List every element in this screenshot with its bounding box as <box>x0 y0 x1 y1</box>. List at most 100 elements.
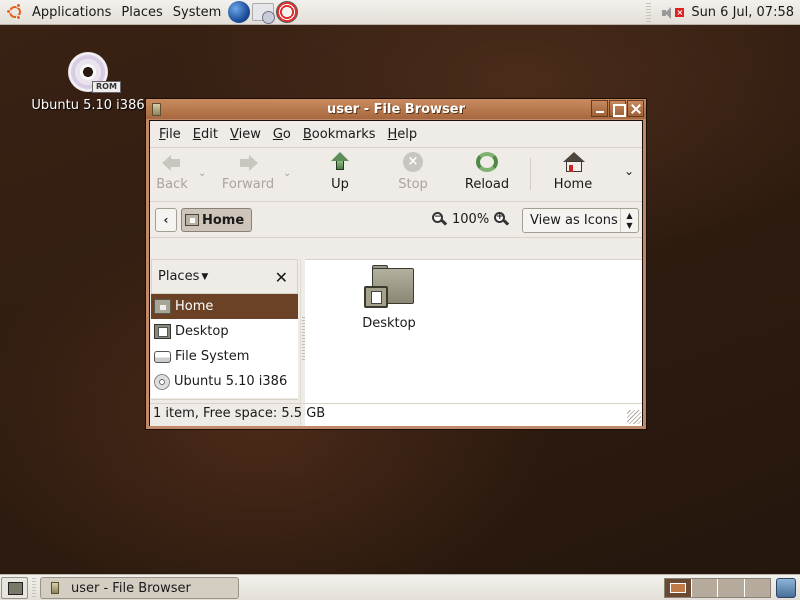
show-desktop-button[interactable] <box>1 577 28 599</box>
close-button[interactable] <box>627 100 644 117</box>
taskbar-item-file-browser[interactable]: user - File Browser <box>40 577 239 599</box>
workspace-2[interactable] <box>691 579 717 597</box>
menu-system[interactable]: System <box>168 0 226 25</box>
reload-label: Reload <box>464 177 510 192</box>
select-arrows-icon: ▲ ▼ <box>620 209 638 232</box>
place-label: Home <box>175 299 214 314</box>
path-button-home[interactable]: Home <box>181 208 252 232</box>
mnemonic: E <box>192 126 201 142</box>
close-side-pane-icon[interactable]: ✕ <box>275 268 288 287</box>
chevron-down-icon[interactable]: ▼ <box>201 272 208 282</box>
side-pane-header: Places ▼ ✕ <box>151 259 298 293</box>
window-title: user - File Browser <box>326 101 466 117</box>
mnemonic: B <box>302 126 312 142</box>
folder-icon <box>364 265 414 308</box>
mute-indicator-icon: × <box>675 8 685 17</box>
places-list: Home Desktop File System Ubuntu 5.10 i38… <box>151 293 298 398</box>
volume-icon[interactable] <box>661 6 673 19</box>
menu-label: o <box>282 126 291 142</box>
toolbar: Back ⌄ Forward ⌄ Up × Stop Reload Home ⌄ <box>150 148 642 202</box>
status-text: 1 item, Free space: 5.5 GB <box>153 406 326 421</box>
resize-grip[interactable] <box>627 410 641 424</box>
clock[interactable]: Sun 6 Jul, 07:58 <box>691 5 800 20</box>
back-history-chevron-icon[interactable]: ⌄ <box>198 168 208 179</box>
titlebar[interactable]: user - File Browser <box>146 99 646 119</box>
reload-icon <box>476 152 498 174</box>
cdrom-icon <box>154 373 170 390</box>
side-pane: Places ▼ ✕ Home Desktop File System Ubun… <box>150 259 300 426</box>
up-button[interactable]: Up <box>320 152 360 196</box>
workspace-1[interactable] <box>665 579 691 597</box>
desktop-icon-cdrom[interactable]: ROM Ubuntu 5.10 i386 <box>28 52 148 113</box>
top-panel: Applications Places System × Sun 6 Jul, … <box>0 0 800 25</box>
home-icon <box>562 152 585 174</box>
back-arrow-icon <box>161 152 183 174</box>
menu-go[interactable]: Go <box>267 127 297 142</box>
menu-bookmarks[interactable]: Bookmarks <box>297 127 382 142</box>
workspace-4[interactable] <box>744 579 770 597</box>
back-label: Back <box>156 177 188 192</box>
side-pane-selector[interactable]: Places <box>158 269 199 284</box>
view-mode-select[interactable]: View as Icons ▲ ▼ <box>522 208 639 233</box>
window-client: File Edit View Go Bookmarks Help Back ⌄ … <box>149 120 643 426</box>
forward-history-chevron-icon[interactable]: ⌄ <box>283 168 293 179</box>
help-launcher-icon[interactable] <box>276 1 299 23</box>
ubuntu-logo-icon[interactable] <box>6 3 24 21</box>
email-launcher-icon[interactable] <box>252 3 276 24</box>
drive-icon <box>154 350 171 363</box>
menu-label: iew <box>238 126 261 142</box>
menu-edit[interactable]: Edit <box>187 127 224 142</box>
file-item-desktop[interactable]: Desktop <box>349 265 429 331</box>
trash-icon[interactable] <box>776 578 796 598</box>
menu-label: ile <box>165 126 181 142</box>
minimize-button[interactable] <box>591 100 608 117</box>
file-browser-icon <box>51 582 59 594</box>
workspace-3[interactable] <box>718 579 744 597</box>
file-label: Desktop <box>362 316 416 331</box>
panel-handle[interactable] <box>646 2 652 23</box>
place-label: File System <box>175 349 250 364</box>
status-bar: 1 item, Free space: 5.5 GB <box>150 403 642 425</box>
menu-help[interactable]: Help <box>382 127 424 142</box>
place-item-desktop[interactable]: Desktop <box>151 319 298 344</box>
desktop-icon-label: Ubuntu 5.10 i386 <box>31 98 145 113</box>
home-folder-icon <box>185 214 199 226</box>
toolbar-overflow-chevron-icon[interactable]: ⌄ <box>624 164 634 178</box>
menu-label: dit <box>201 126 218 142</box>
zoom-out-icon[interactable]: − <box>432 212 448 226</box>
reload-button[interactable]: Reload <box>462 152 512 196</box>
zoom-level[interactable]: 100% <box>452 212 489 227</box>
menubar: File Edit View Go Bookmarks Help <box>150 121 642 148</box>
place-item-cdrom[interactable]: Ubuntu 5.10 i386 <box>151 369 298 394</box>
home-folder-icon <box>154 299 171 314</box>
cdrom-icon: ROM <box>68 52 121 93</box>
stop-label: Stop <box>398 177 428 192</box>
back-button[interactable]: Back <box>152 152 192 196</box>
desktop-icon <box>154 324 171 339</box>
web-browser-launcher-icon[interactable] <box>228 1 251 23</box>
path-scroll-left-button[interactable]: ‹ <box>155 208 177 232</box>
toolbar-separator <box>530 158 531 190</box>
menu-file[interactable]: File <box>153 127 187 142</box>
workspace-switcher <box>664 578 771 598</box>
zoom-in-icon[interactable]: + <box>494 212 510 226</box>
forward-button[interactable]: Forward <box>216 152 280 196</box>
stop-button[interactable]: × Stop <box>393 152 433 196</box>
place-label: Desktop <box>175 324 229 339</box>
bottom-panel: user - File Browser <box>0 574 800 600</box>
menu-places[interactable]: Places <box>116 0 167 25</box>
stop-icon: × <box>402 152 424 174</box>
place-item-file-system[interactable]: File System <box>151 344 298 369</box>
panel-handle[interactable] <box>32 578 36 598</box>
menu-label: elp <box>397 126 418 142</box>
menu-label: ookmarks <box>311 126 376 142</box>
menu-applications[interactable]: Applications <box>27 0 116 25</box>
file-view[interactable]: Desktop <box>305 259 642 426</box>
task-label: user - File Browser <box>71 580 191 596</box>
forward-arrow-icon <box>237 152 259 174</box>
place-item-home[interactable]: Home <box>151 294 298 319</box>
home-button[interactable]: Home <box>548 152 598 196</box>
maximize-button[interactable] <box>609 100 626 117</box>
menu-view[interactable]: View <box>224 127 267 142</box>
path-label: Home <box>202 212 245 228</box>
